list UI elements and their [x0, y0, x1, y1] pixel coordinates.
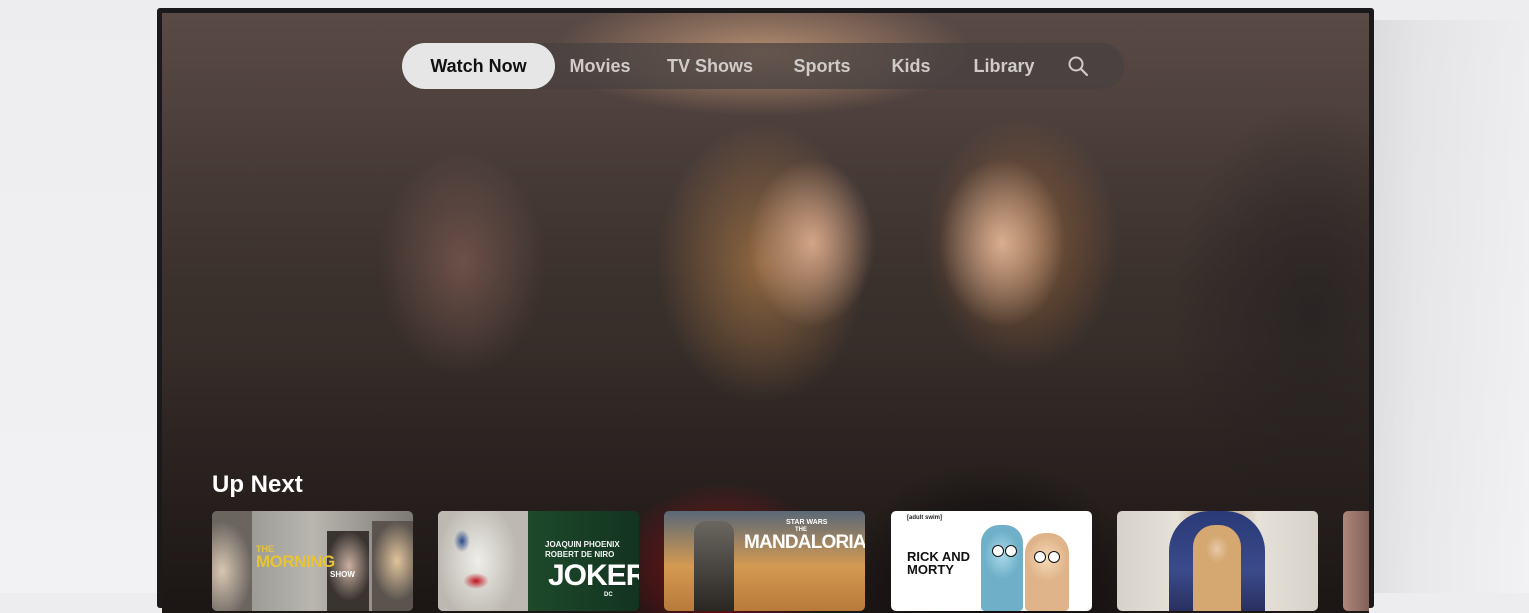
tile-artwork: [212, 511, 252, 611]
tile-artwork-person: [372, 521, 413, 611]
tile-homeland[interactable]: [1117, 511, 1318, 611]
eye-icon: [1005, 545, 1017, 557]
tile-artwork-face: [438, 511, 528, 611]
tile-credits-line2: ROBERT DE NIRO: [545, 550, 615, 559]
tab-watch-now[interactable]: Watch Now: [402, 43, 555, 89]
tile-rick-and-morty[interactable]: [adult swim] RICK AND MORTY: [891, 511, 1092, 611]
eye-icon: [992, 545, 1004, 557]
tab-kids[interactable]: Kids: [869, 43, 953, 89]
eye-icon: [1048, 551, 1060, 563]
tab-sports[interactable]: Sports: [775, 43, 869, 89]
tile-joker[interactable]: JOAQUIN PHOENIX ROBERT DE NIRO JOKER DC: [438, 511, 639, 611]
tile-artwork-person: [1193, 525, 1241, 611]
tile-network: [adult swim]: [907, 515, 943, 521]
tile-the-mandalorian[interactable]: STAR WARS THE MANDALORIAN: [664, 511, 865, 611]
tile-title-sub: SHOW: [330, 570, 355, 579]
tab-tv-shows[interactable]: TV Shows: [645, 43, 775, 89]
search-icon: [1067, 55, 1089, 77]
search-button[interactable]: [1055, 43, 1101, 89]
tile-partial[interactable]: [1343, 511, 1369, 611]
tile-title-line2: MORTY: [907, 562, 954, 577]
tile-credits-line1: JOAQUIN PHOENIX: [545, 540, 620, 549]
top-nav-bar: Watch Now Movies TV Shows Sports Kids Li…: [402, 43, 1124, 89]
tv-screen: Watch Now Movies TV Shows Sports Kids Li…: [162, 13, 1369, 613]
tile-title: MANDALORIAN: [744, 532, 865, 553]
tv-frame: Watch Now Movies TV Shows Sports Kids Li…: [157, 8, 1374, 613]
tile-brand: STAR WARS: [786, 519, 828, 526]
tile-artwork-morty: [1025, 533, 1069, 611]
eye-icon: [1034, 551, 1046, 563]
tab-library[interactable]: Library: [953, 43, 1055, 89]
tile-title: JOKER: [548, 559, 639, 592]
up-next-heading: Up Next: [212, 471, 303, 498]
tile-artwork-character: [694, 521, 734, 611]
tile-the-morning-show[interactable]: THE MORNING SHOW: [212, 511, 413, 611]
tab-movies[interactable]: Movies: [555, 43, 645, 89]
tile-artwork-rick: [981, 525, 1023, 611]
tile-title: MORNING: [256, 552, 335, 571]
